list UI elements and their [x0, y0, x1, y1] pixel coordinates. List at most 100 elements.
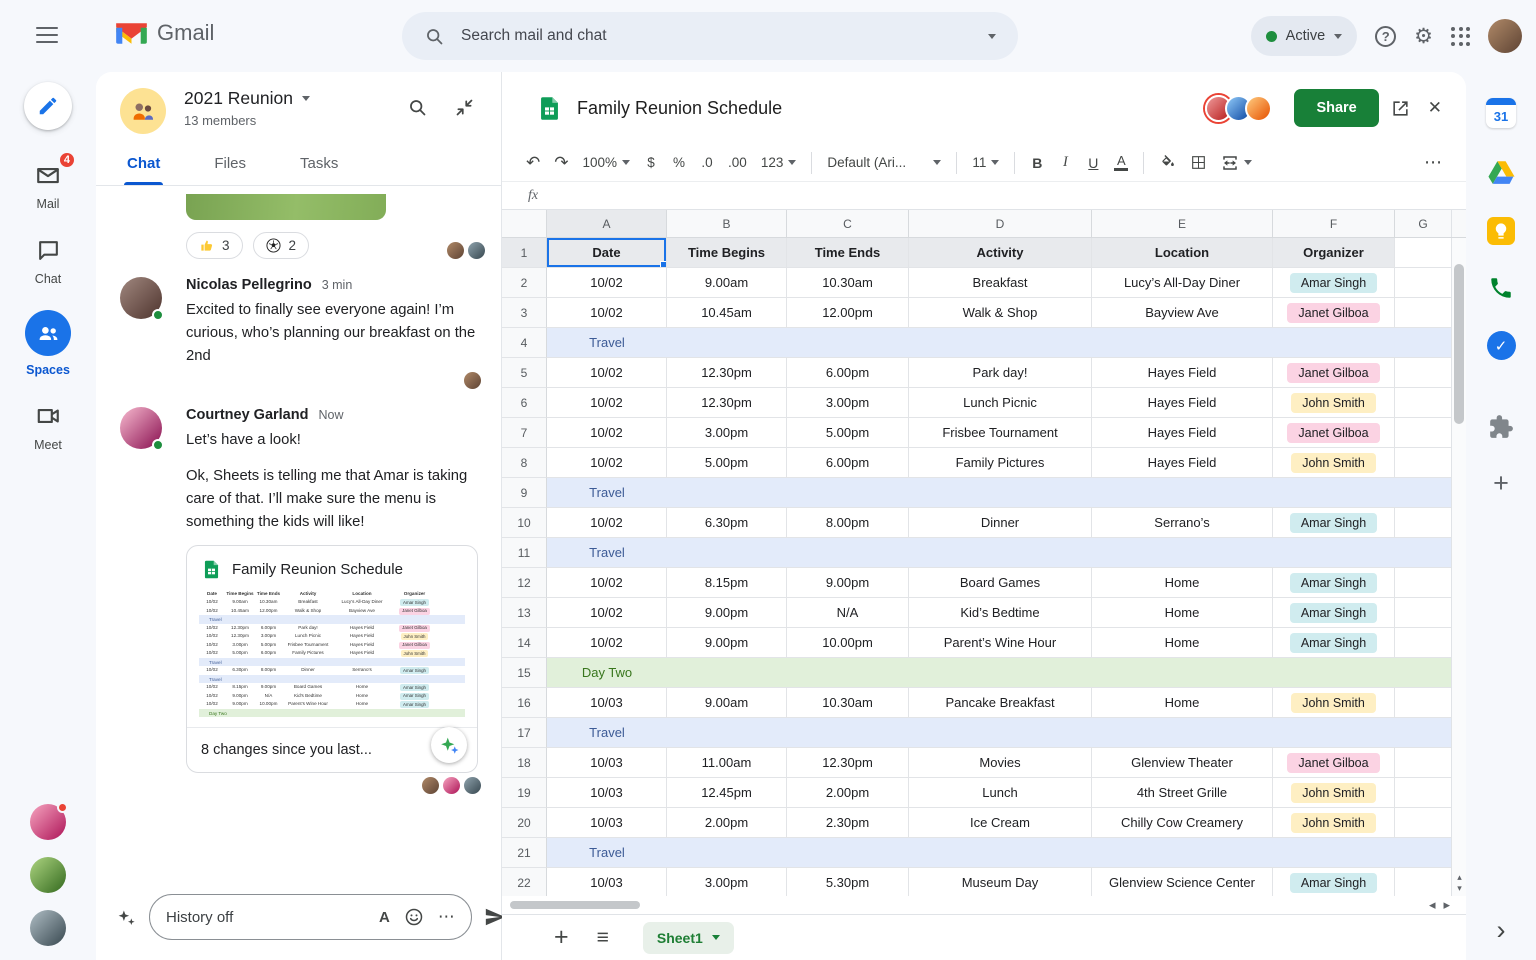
column-header-D[interactable]: D — [909, 210, 1092, 237]
cell-A18[interactable]: 10/03 — [547, 748, 667, 778]
scroll-left-icon[interactable]: ◂ — [1429, 897, 1436, 913]
cell-G6[interactable] — [1395, 388, 1451, 418]
cell-B2[interactable]: 9.00am — [667, 268, 787, 298]
cell-D8[interactable]: Family Pictures — [909, 448, 1092, 478]
nav-spaces[interactable]: Spaces — [25, 310, 71, 377]
cell-A20[interactable]: 10/03 — [547, 808, 667, 838]
recent-contact-avatar[interactable] — [30, 857, 66, 893]
cell-B22[interactable]: 3.00pm — [667, 868, 787, 896]
cell-F7[interactable]: Janet Gilboa — [1273, 418, 1395, 448]
vertical-scrollbar[interactable]: ▴ ▾ — [1451, 238, 1466, 896]
recent-contact-avatar[interactable] — [30, 910, 66, 946]
increase-decimal-button[interactable]: .00 — [722, 149, 753, 177]
row-header-6[interactable]: 6 — [502, 388, 547, 418]
open-in-new-icon[interactable] — [1391, 99, 1410, 118]
scroll-up-icon[interactable]: ▴ — [1457, 872, 1462, 883]
cell-F6[interactable]: John Smith — [1273, 388, 1395, 418]
cell-D19[interactable]: Lunch — [909, 778, 1092, 808]
cell-C20[interactable]: 2.30pm — [787, 808, 909, 838]
cell-C3[interactable]: 12.00pm — [787, 298, 909, 328]
cell-B13[interactable]: 9.00pm — [667, 598, 787, 628]
format-icon[interactable]: A — [379, 909, 390, 926]
cell-G19[interactable] — [1395, 778, 1451, 808]
cell-D2[interactable]: Breakfast — [909, 268, 1092, 298]
select-all-corner[interactable] — [502, 210, 547, 237]
keep-icon[interactable] — [1487, 217, 1515, 245]
cell-merged-11[interactable]: Travel — [547, 538, 1451, 568]
avatar[interactable] — [120, 277, 164, 321]
cell-A16[interactable]: 10/03 — [547, 688, 667, 718]
search-options-icon[interactable] — [988, 33, 996, 39]
get-addons-button[interactable]: + — [1493, 470, 1509, 497]
zoom-select[interactable]: 100% — [577, 149, 637, 177]
row-header-5[interactable]: 5 — [502, 358, 547, 388]
cell-G8[interactable] — [1395, 448, 1451, 478]
cell-E10[interactable]: Serrano’s — [1092, 508, 1273, 538]
cell-F5[interactable]: Janet Gilboa — [1273, 358, 1395, 388]
cell-C19[interactable]: 2.00pm — [787, 778, 909, 808]
cell-E6[interactable]: Hayes Field — [1092, 388, 1273, 418]
cell-E22[interactable]: Glenview Science Center — [1092, 868, 1273, 896]
cell-D20[interactable]: Ice Cream — [909, 808, 1092, 838]
status-selector[interactable]: Active — [1250, 16, 1358, 56]
cell-G22[interactable] — [1395, 868, 1451, 896]
row-header-16[interactable]: 16 — [502, 688, 547, 718]
redo-icon[interactable]: ↷ — [548, 149, 574, 177]
cell-A1[interactable]: Date — [547, 238, 667, 268]
cell-E19[interactable]: 4th Street Grille — [1092, 778, 1273, 808]
sheets-attachment-card[interactable]: Family Reunion Schedule Date Time Begins T… — [186, 545, 478, 774]
cell-C5[interactable]: 6.00pm — [787, 358, 909, 388]
cell-C1[interactable]: Time Ends — [787, 238, 909, 268]
cell-G1[interactable] — [1395, 238, 1451, 268]
cell-A5[interactable]: 10/02 — [547, 358, 667, 388]
cell-G3[interactable] — [1395, 298, 1451, 328]
message-input[interactable] — [166, 908, 365, 926]
cell-G20[interactable] — [1395, 808, 1451, 838]
cell-A2[interactable]: 10/02 — [547, 268, 667, 298]
cell-E1[interactable]: Location — [1092, 238, 1273, 268]
cell-B20[interactable]: 2.00pm — [667, 808, 787, 838]
cell-F3[interactable]: Janet Gilboa — [1273, 298, 1395, 328]
cell-G7[interactable] — [1395, 418, 1451, 448]
row-header-19[interactable]: 19 — [502, 778, 547, 808]
text-color-button[interactable]: A — [1108, 149, 1134, 177]
recent-contact-avatar[interactable] — [30, 802, 68, 840]
cell-C6[interactable]: 3.00pm — [787, 388, 909, 418]
cell-C22[interactable]: 5.30pm — [787, 868, 909, 896]
column-header-E[interactable]: E — [1092, 210, 1273, 237]
collaborator-avatar[interactable] — [1245, 94, 1273, 122]
cell-G12[interactable] — [1395, 568, 1451, 598]
cell-E12[interactable]: Home — [1092, 568, 1273, 598]
cell-E7[interactable]: Hayes Field — [1092, 418, 1273, 448]
row-header-14[interactable]: 14 — [502, 628, 547, 658]
history-sparkle-icon[interactable] — [116, 907, 137, 928]
cell-B6[interactable]: 12.30pm — [667, 388, 787, 418]
vertical-scroll-thumb[interactable] — [1454, 264, 1464, 424]
tab-files[interactable]: Files — [211, 142, 249, 185]
cell-merged-9[interactable]: Travel — [547, 478, 1451, 508]
compose-button[interactable] — [24, 82, 72, 130]
more-toolbar-icon[interactable]: ⋯ — [1418, 149, 1448, 177]
cell-E5[interactable]: Hayes Field — [1092, 358, 1273, 388]
cell-C10[interactable]: 8.00pm — [787, 508, 909, 538]
cell-D13[interactable]: Kid’s Bedtime — [909, 598, 1092, 628]
cell-F19[interactable]: John Smith — [1273, 778, 1395, 808]
chat-search-icon[interactable] — [407, 97, 428, 118]
cell-A3[interactable]: 10/02 — [547, 298, 667, 328]
message-input-pill[interactable]: A ⋯ — [149, 894, 472, 940]
formula-bar[interactable]: fx — [502, 182, 1466, 210]
cell-D1[interactable]: Activity — [909, 238, 1092, 268]
cell-F1[interactable]: Organizer — [1273, 238, 1395, 268]
cell-C16[interactable]: 10.30am — [787, 688, 909, 718]
close-icon[interactable]: ✕ — [1428, 98, 1442, 118]
bold-button[interactable]: B — [1024, 149, 1050, 177]
format-currency-button[interactable]: $ — [638, 149, 664, 177]
cell-B14[interactable]: 9.00pm — [667, 628, 787, 658]
number-format-select[interactable]: 123 — [755, 149, 803, 177]
collapse-panel-icon[interactable] — [454, 97, 475, 118]
cell-A10[interactable]: 10/02 — [547, 508, 667, 538]
cell-F18[interactable]: Janet Gilboa — [1273, 748, 1395, 778]
row-header-13[interactable]: 13 — [502, 598, 547, 628]
sheet-tab[interactable]: Sheet1 — [642, 921, 734, 954]
cell-G5[interactable] — [1395, 358, 1451, 388]
